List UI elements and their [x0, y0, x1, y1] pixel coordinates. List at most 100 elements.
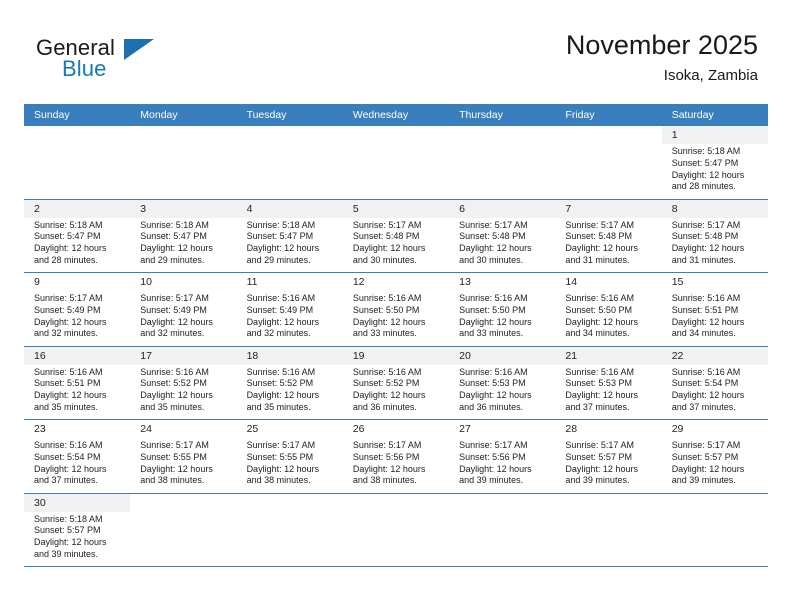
sunset-text: Sunset: 5:48 PM — [459, 231, 526, 242]
calendar-day-cell[interactable]: 26 Sunrise: 5:17 AM Sunset: 5:56 PM Dayligh… — [342, 420, 450, 493]
calendar-day-cell[interactable]: 20 Sunrise: 5:16 AM Sunset: 5:53 PM Dayligh… — [449, 346, 556, 420]
day-number: 18 — [236, 346, 343, 365]
daylight-text-line2: and 37 minutes. — [671, 401, 736, 412]
day-number: 21 — [555, 346, 662, 365]
calendar-day-cell[interactable]: 10 Sunrise: 5:17 AM Sunset: 5:49 PM Dayligh… — [130, 273, 237, 346]
sunset-text: Sunset: 5:57 PM — [565, 451, 632, 462]
calendar-day-cell[interactable]: 3 Sunrise: 5:18 AM Sunset: 5:47 PM Daylight… — [130, 199, 237, 273]
day-details: Sunrise: 5:16 AM Sunset: 5:50 PM Daylight:… — [555, 291, 661, 340]
day-number: 11 — [236, 273, 343, 291]
calendar-day-cell[interactable]: 5 Sunrise: 5:17 AM Sunset: 5:48 PM Daylight… — [342, 199, 450, 273]
weekday-header-monday: Monday — [140, 109, 178, 121]
calendar-day-cell[interactable]: 16 Sunrise: 5:16 AM Sunset: 5:51 PM Dayligh… — [24, 346, 131, 420]
calendar-day-cell[interactable]: 29 Sunrise: 5:17 AM Sunset: 5:57 PM Dayligh… — [661, 420, 768, 493]
page-title: November 2025 — [565, 30, 758, 60]
calendar-day-cell[interactable]: 7 Sunrise: 5:17 AM Sunset: 5:48 PM Daylight… — [555, 199, 662, 273]
calendar-day-cell[interactable]: 4 Sunrise: 5:18 AM Sunset: 5:47 PM Daylight… — [236, 199, 343, 273]
brand-logo[interactable]: General Blue — [36, 36, 266, 96]
calendar-day-cell[interactable]: 22 Sunrise: 5:16 AM Sunset: 5:54 PM Dayligh… — [661, 346, 768, 420]
daylight-text-line1: Daylight: 12 hours — [565, 316, 638, 327]
sunrise-text: Sunrise: 5:17 AM — [140, 293, 209, 303]
weekday-header-tuesday: Tuesday — [246, 109, 287, 121]
calendar-day-cell[interactable]: 6 Sunrise: 5:17 AM Sunset: 5:48 PM Daylight… — [449, 199, 556, 273]
sunrise-text: Sunrise: 5:16 AM — [140, 366, 209, 377]
daylight-text-line2: and 35 minutes. — [246, 401, 311, 412]
daylight-text-line1: Daylight: 12 hours — [246, 390, 320, 401]
calendar-day-cell-empty — [130, 494, 236, 567]
day-number: 26 — [342, 420, 450, 438]
weekday-header-saturday: Saturday — [671, 109, 714, 121]
calendar-day-cell[interactable]: 28 Sunrise: 5:17 AM Sunset: 5:57 PM Dayligh… — [555, 420, 662, 493]
calendar-day-cell[interactable]: 23 Sunrise: 5:16 AM Sunset: 5:54 PM Dayligh… — [24, 420, 131, 493]
sunset-text: Sunset: 5:55 PM — [246, 451, 314, 462]
calendar-day-cell[interactable]: 17 Sunrise: 5:16 AM Sunset: 5:52 PM Dayligh… — [130, 346, 237, 420]
calendar-day-cell[interactable]: 11 Sunrise: 5:16 AM Sunset: 5:49 PM Dayligh… — [236, 273, 343, 346]
calendar-day-cell-empty — [24, 126, 130, 199]
calendar-day-cell[interactable]: 18 Sunrise: 5:16 AM Sunset: 5:52 PM Dayligh… — [236, 346, 343, 420]
calendar-day-cell[interactable]: 14 Sunrise: 5:16 AM Sunset: 5:50 PM Dayligh… — [555, 273, 662, 346]
calendar-day-cell[interactable]: 13 Sunrise: 5:16 AM Sunset: 5:50 PM Dayligh… — [449, 273, 556, 346]
day-details: Sunrise: 5:17 AM Sunset: 5:48 PM Daylight:… — [555, 218, 661, 267]
day-details: Sunrise: 5:17 AM Sunset: 5:49 PM Daylight:… — [130, 291, 236, 340]
calendar-day-cell-empty — [343, 494, 449, 567]
day-details: Sunrise: 5:17 AM Sunset: 5:56 PM Daylight:… — [343, 438, 449, 487]
daylight-text-line1: Daylight: 12 hours — [140, 390, 213, 401]
day-number: 10 — [130, 273, 237, 291]
daylight-text-line1: Daylight: 12 hours — [671, 243, 745, 254]
calendar-day-cell[interactable]: 21 Sunrise: 5:16 AM Sunset: 5:53 PM Dayligh… — [555, 346, 662, 420]
daylight-text-line2: and 37 minutes. — [34, 475, 99, 486]
day-details: Sunrise: 5:18 AM Sunset: 5:47 PM Daylight:… — [130, 218, 236, 267]
sunset-text: Sunset: 5:49 PM — [34, 304, 101, 315]
daylight-text-line2: and 39 minutes. — [671, 475, 736, 486]
day-details: Sunrise: 5:17 AM Sunset: 5:55 PM Daylight:… — [237, 438, 343, 487]
daylight-text-line2: and 32 minutes. — [34, 328, 99, 339]
day-details: Sunrise: 5:16 AM Sunset: 5:51 PM Daylight:… — [24, 365, 130, 414]
calendar-day-cell[interactable]: 1 Sunrise: 5:18 AM Sunset: 5:47 PM Daylight… — [661, 126, 768, 199]
blue-triangle-flag-icon — [124, 39, 154, 60]
day-details: Sunrise: 5:16 AM Sunset: 5:51 PM Daylight:… — [662, 291, 768, 340]
daylight-text-line1: Daylight: 12 hours — [459, 390, 532, 401]
sunrise-text: Sunrise: 5:16 AM — [246, 366, 316, 377]
daylight-text-line2: and 32 minutes. — [140, 328, 205, 339]
sunset-text: Sunset: 5:48 PM — [565, 231, 632, 242]
day-details: Sunrise: 5:18 AM Sunset: 5:47 PM Daylight:… — [237, 218, 343, 267]
day-details: Sunrise: 5:17 AM Sunset: 5:55 PM Daylight:… — [130, 438, 236, 487]
masthead: General Blue November 2025 Isoka, Zambia — [24, 28, 768, 98]
calendar-day-cell[interactable]: 9 Sunrise: 5:17 AM Sunset: 5:49 PM Daylight… — [24, 273, 131, 346]
weekday-header-wednesday: Wednesday — [352, 109, 409, 121]
sunrise-text: Sunrise: 5:18 AM — [671, 146, 741, 156]
weekday-header-row: Sunday Monday Tuesday Wednesday Thursday… — [24, 104, 768, 126]
calendar-day-cell[interactable]: 12 Sunrise: 5:16 AM Sunset: 5:50 PM Dayligh… — [342, 273, 450, 346]
daylight-text-line1: Daylight: 12 hours — [34, 537, 107, 548]
calendar-day-cell[interactable]: 8 Sunrise: 5:17 AM Sunset: 5:48 PM Daylight… — [661, 199, 768, 273]
day-number: 7 — [555, 199, 662, 218]
sunset-text: Sunset: 5:49 PM — [246, 304, 314, 315]
calendar-day-cell[interactable]: 30 Sunrise: 5:18 AM Sunset: 5:57 PM Dayligh… — [24, 493, 131, 567]
daylight-text-line2: and 39 minutes. — [565, 475, 630, 486]
calendar-day-cell[interactable]: 24 Sunrise: 5:17 AM Sunset: 5:55 PM Dayligh… — [130, 420, 237, 493]
sunset-text: Sunset: 5:57 PM — [34, 525, 101, 536]
day-number: 12 — [342, 273, 450, 291]
calendar-day-cell-empty — [343, 126, 449, 199]
day-details: Sunrise: 5:16 AM Sunset: 5:54 PM Daylight:… — [24, 438, 130, 487]
calendar-day-cell[interactable]: 25 Sunrise: 5:17 AM Sunset: 5:55 PM Dayligh… — [236, 420, 343, 493]
calendar-day-cell[interactable]: 19 Sunrise: 5:16 AM Sunset: 5:52 PM Dayligh… — [342, 346, 450, 420]
daylight-text-line1: Daylight: 12 hours — [34, 463, 107, 474]
calendar-day-cell[interactable]: 27 Sunrise: 5:17 AM Sunset: 5:56 PM Dayligh… — [449, 420, 556, 493]
calendar-day-cell[interactable]: 15 Sunrise: 5:16 AM Sunset: 5:51 PM Dayligh… — [661, 273, 768, 346]
sunrise-text: Sunrise: 5:16 AM — [352, 366, 422, 377]
calendar-day-cell[interactable]: 2 Sunrise: 5:18 AM Sunset: 5:47 PM Daylight… — [24, 199, 131, 273]
day-details: Sunrise: 5:16 AM Sunset: 5:54 PM Daylight:… — [662, 365, 768, 414]
day-details: Sunrise: 5:17 AM Sunset: 5:57 PM Daylight:… — [662, 438, 768, 487]
day-number: 9 — [24, 273, 131, 291]
day-number: 27 — [449, 420, 556, 438]
calendar-week-row: 16 Sunrise: 5:16 AM Sunset: 5:51 PM Dayligh… — [24, 346, 768, 420]
daylight-text-line2: and 33 minutes. — [459, 328, 524, 339]
sunrise-text: Sunrise: 5:17 AM — [352, 440, 422, 450]
daylight-text-line2: and 29 minutes. — [246, 254, 311, 265]
daylight-text-line1: Daylight: 12 hours — [459, 463, 532, 474]
day-details: Sunrise: 5:16 AM Sunset: 5:52 PM Daylight:… — [237, 365, 343, 414]
daylight-text-line1: Daylight: 12 hours — [671, 169, 745, 180]
sunrise-text: Sunrise: 5:17 AM — [459, 219, 528, 230]
calendar-week-row: 30 Sunrise: 5:18 AM Sunset: 5:57 PM Dayligh… — [24, 493, 768, 567]
